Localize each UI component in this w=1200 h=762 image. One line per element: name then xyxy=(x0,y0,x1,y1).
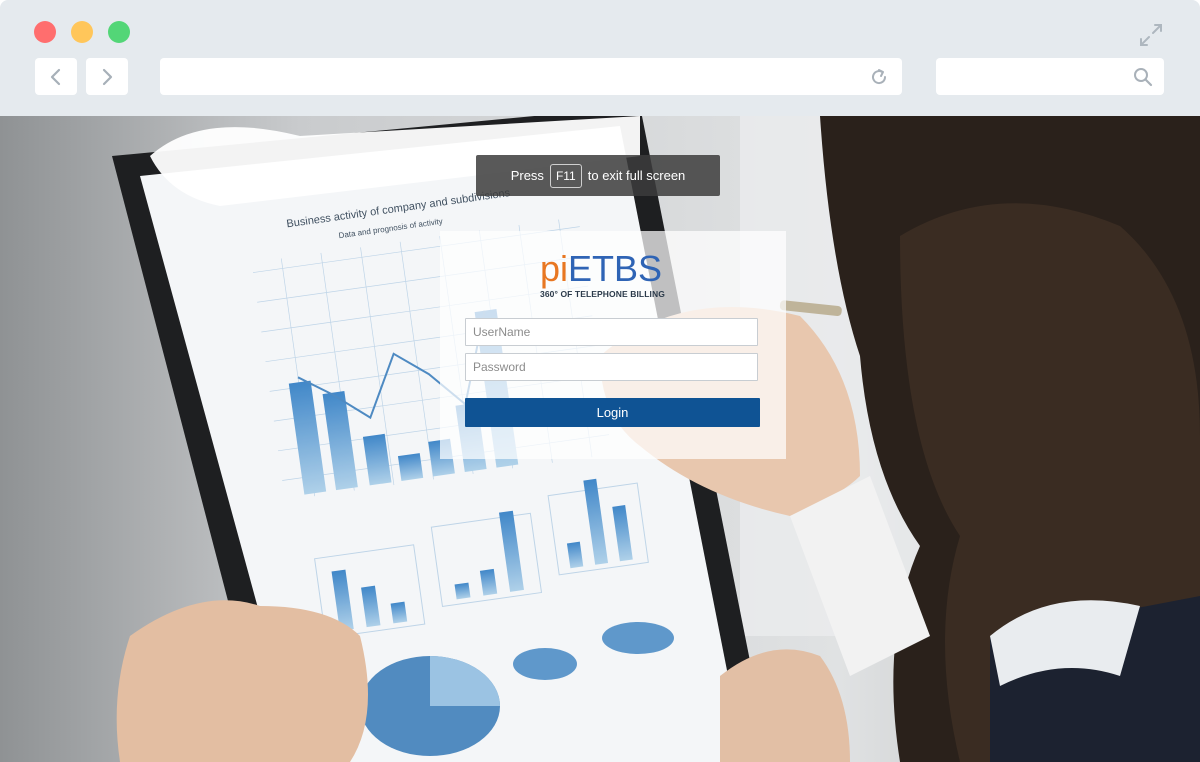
logo-etbs: ETBS xyxy=(568,248,663,289)
reload-icon[interactable] xyxy=(868,66,890,88)
logo-wordmark: piETBS xyxy=(540,251,680,287)
maximize-window-dot[interactable] xyxy=(108,21,130,43)
expand-arrows-icon[interactable] xyxy=(1138,22,1164,48)
password-input[interactable] xyxy=(465,353,758,381)
page-viewport: Business activity of company and subdivi… xyxy=(0,116,1200,762)
fullscreen-exit-notice: Press F11 to exit full screen xyxy=(476,155,720,196)
notice-prefix: Press xyxy=(510,168,544,183)
close-window-dot[interactable] xyxy=(34,21,56,43)
chevron-right-icon xyxy=(102,68,113,85)
back-button[interactable] xyxy=(35,58,77,95)
minimize-window-dot[interactable] xyxy=(71,21,93,43)
logo-tagline: 360° OF TELEPHONE BILLING xyxy=(540,289,665,299)
search-icon[interactable] xyxy=(1132,66,1154,88)
notice-suffix: to exit full screen xyxy=(587,168,686,183)
logo-pi: pi xyxy=(540,248,569,289)
chevron-left-icon xyxy=(50,68,61,85)
pietbs-logo: piETBS 360° OF TELEPHONE BILLING xyxy=(540,251,680,307)
forward-button[interactable] xyxy=(86,58,128,95)
browser-toolbar xyxy=(0,0,1200,117)
login-button[interactable]: Login xyxy=(465,398,760,427)
browser-window: Business activity of company and subdivi… xyxy=(0,0,1200,762)
browser-search-bar[interactable] xyxy=(936,58,1164,95)
username-input[interactable] xyxy=(465,318,758,346)
f11-key-badge: F11 xyxy=(549,163,582,188)
address-bar[interactable] xyxy=(160,58,902,95)
